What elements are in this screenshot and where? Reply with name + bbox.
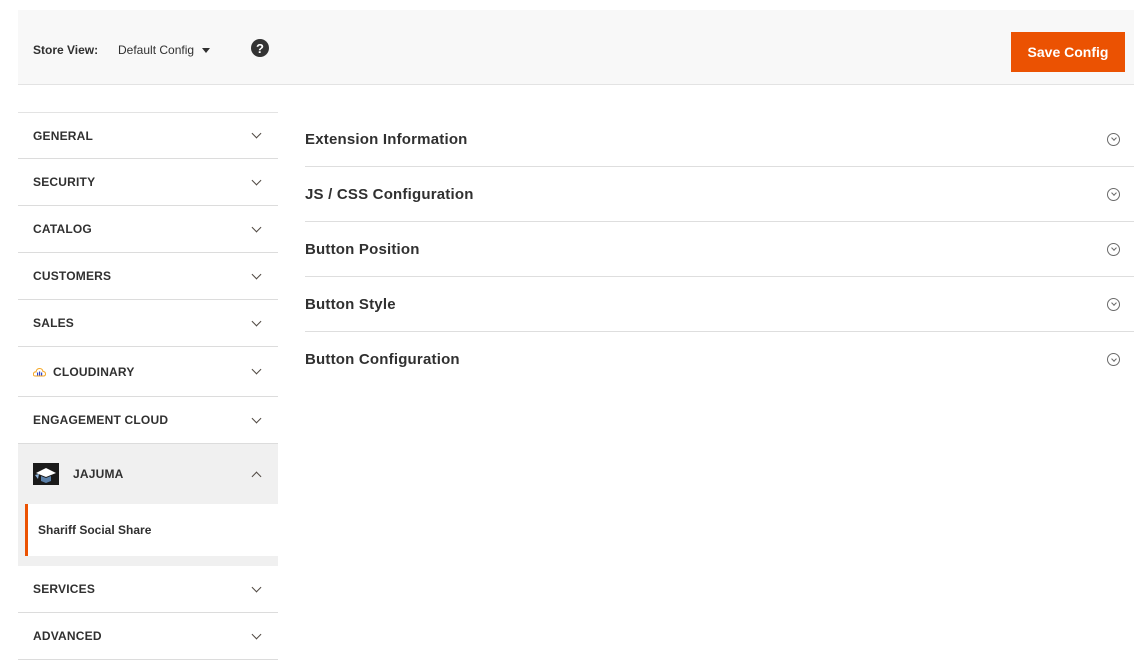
- chevron-down-icon: [251, 222, 262, 232]
- sidebar-item-label: SECURITY: [33, 175, 96, 189]
- chevron-up-icon: [251, 471, 262, 481]
- section-title: Button Style: [305, 295, 396, 313]
- circle-chevron-down-icon: [1107, 242, 1120, 256]
- sidebar-item-jajuma[interactable]: JAJUMA: [18, 444, 278, 504]
- sidebar-item-catalog[interactable]: CATALOG: [18, 206, 278, 253]
- sidebar-item-advanced[interactable]: ADVANCED: [18, 613, 278, 660]
- section-title: Button Configuration: [305, 351, 460, 368]
- config-sections: Extension Information JS / CSS Configura…: [305, 112, 1134, 387]
- chevron-down-icon: [251, 629, 262, 639]
- cloudinary-logo-icon: [33, 367, 46, 377]
- sidebar-item-services[interactable]: SERVICES: [18, 566, 278, 613]
- section-title: Extension Information: [305, 130, 468, 148]
- sidebar-item-engagement-cloud[interactable]: ENGAGEMENT CLOUD: [18, 397, 278, 444]
- chevron-down-icon: [251, 413, 262, 423]
- store-view-bar: Store View: Default Config ? Save Config: [18, 10, 1134, 85]
- section-js-css-configuration[interactable]: JS / CSS Configuration: [305, 167, 1134, 222]
- jajuma-submenu: Shariff Social Share: [18, 504, 278, 566]
- circle-chevron-down-icon: [1107, 353, 1120, 366]
- store-view-label: Store View:: [33, 43, 99, 57]
- config-sidebar: GENERAL SECURITY CATALOG CUSTOMERS SALES…: [18, 112, 278, 660]
- caret-down-icon: [202, 47, 211, 53]
- section-title: JS / CSS Configuration: [305, 185, 474, 203]
- jajuma-logo-icon: [33, 463, 59, 485]
- chevron-down-icon: [251, 364, 262, 375]
- store-view-dropdown[interactable]: Default Config: [118, 43, 211, 57]
- sidebar-item-label: CUSTOMERS: [33, 269, 112, 283]
- sidebar-item-label: CLOUDINARY: [53, 364, 135, 379]
- circle-chevron-down-icon: [1107, 297, 1120, 311]
- section-extension-information[interactable]: Extension Information: [305, 112, 1134, 167]
- sidebar-item-label: ENGAGEMENT CLOUD: [33, 413, 169, 427]
- help-icon[interactable]: ?: [251, 39, 269, 57]
- chevron-down-icon: [251, 175, 262, 185]
- circle-chevron-down-icon: [1107, 187, 1120, 201]
- sidebar-item-label: ADVANCED: [33, 629, 102, 643]
- sidebar-item-customers[interactable]: CUSTOMERS: [18, 253, 278, 300]
- chevron-down-icon: [251, 582, 262, 592]
- section-button-configuration[interactable]: Button Configuration: [305, 332, 1134, 387]
- chevron-down-icon: [251, 316, 262, 326]
- sidebar-item-label: JAJUMA: [73, 467, 124, 481]
- section-title: Button Position: [305, 240, 420, 258]
- save-config-button[interactable]: Save Config: [1011, 32, 1125, 72]
- circle-chevron-down-icon: [1107, 132, 1120, 146]
- sidebar-item-sales[interactable]: SALES: [18, 300, 278, 347]
- sidebar-item-security[interactable]: SECURITY: [18, 159, 278, 206]
- sidebar-subitem-shariff-social-share[interactable]: Shariff Social Share: [25, 504, 278, 556]
- store-view-selected: Default Config: [118, 43, 195, 57]
- sidebar-item-label: CATALOG: [33, 222, 92, 236]
- chevron-down-icon: [251, 269, 262, 279]
- sidebar-item-label: GENERAL: [33, 128, 94, 143]
- sidebar-item-label: SERVICES: [33, 582, 96, 596]
- sidebar-subitem-label: Shariff Social Share: [38, 523, 152, 537]
- sidebar-item-cloudinary[interactable]: CLOUDINARY: [18, 347, 278, 397]
- sidebar-item-label: SALES: [33, 316, 75, 330]
- section-button-style[interactable]: Button Style: [305, 277, 1134, 332]
- sidebar-item-general[interactable]: GENERAL: [18, 112, 278, 159]
- section-button-position[interactable]: Button Position: [305, 222, 1134, 277]
- chevron-down-icon: [251, 128, 262, 139]
